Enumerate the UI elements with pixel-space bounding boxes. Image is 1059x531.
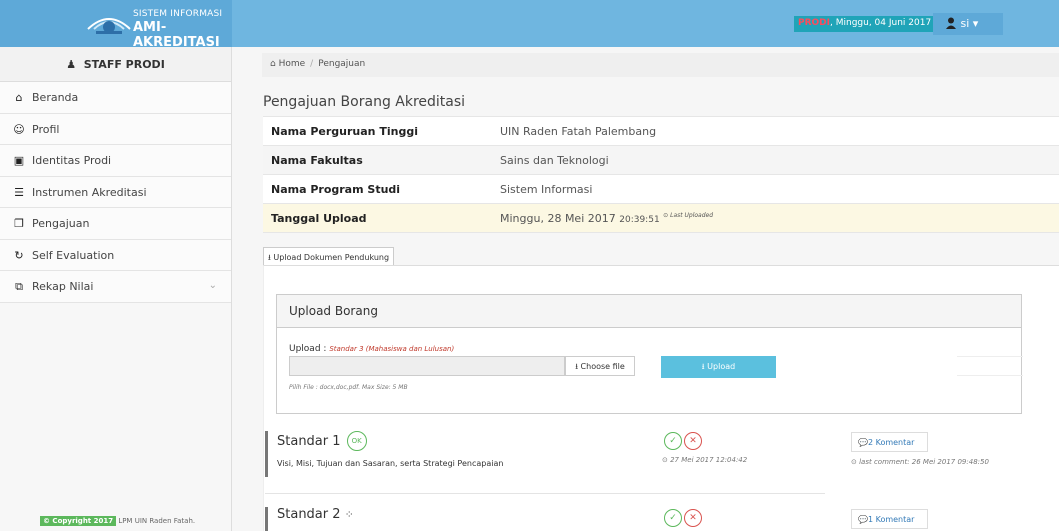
standard-date: ⊙ 27 Mei 2017 12:04:42 xyxy=(662,456,748,464)
standar-name: Standar 3 (Mahasiswa dan Lulusan) xyxy=(329,345,455,353)
ok-badge: OK xyxy=(346,431,367,451)
table-row: Nama Fakultas Sains dan Teknologi xyxy=(263,145,1059,175)
sidebar-item-beranda[interactable]: ⌂ Beranda xyxy=(0,82,231,114)
breadcrumb-home[interactable]: Home xyxy=(279,59,306,69)
sidebar-item-label: Profil xyxy=(32,122,60,136)
sidebar-item-profil[interactable]: ☺ Profil xyxy=(0,113,231,145)
comment-icon: 💬 xyxy=(858,438,868,447)
uin-logo xyxy=(87,18,131,34)
breadcrumb: ⌂ Home / Pengajuan xyxy=(262,53,1059,77)
files-icon: ❐ xyxy=(14,217,24,230)
comment-icon: 💬 xyxy=(858,515,868,524)
copyright-badge: © Copyright 2017 xyxy=(40,516,117,526)
brand-title: AMI-AKREDITASI xyxy=(133,20,220,50)
row-label: Tanggal Upload xyxy=(263,203,492,233)
sidebar-item-label: Self Evaluation xyxy=(32,248,115,262)
top-navbar: SISTEM INFORMASI AMI-AKREDITASI PRODI, M… xyxy=(0,0,1059,50)
sidebar-item-label: Rekap Nilai xyxy=(32,280,94,293)
last-uploaded-note: ⊙ Last Uploaded xyxy=(663,211,714,219)
upload-icon: ⭳ xyxy=(701,362,705,371)
upload-label-text: Upload : xyxy=(289,344,327,354)
comments-button[interactable]: 💬2 Komentar xyxy=(851,432,928,452)
sidebar: ♟ STAFF PRODI ⌂ Beranda ☺ Profil ▣ Identita… xyxy=(0,47,232,531)
breadcrumb-current: Pengajuan xyxy=(318,59,366,69)
page-title: Pengajuan Borang Akreditasi xyxy=(263,94,466,110)
upload-icon: ⭳ xyxy=(575,362,578,371)
user-icon: ♟ xyxy=(66,58,77,71)
id-card-icon: ▣ xyxy=(13,154,25,167)
spinner-icon: ⁘ xyxy=(344,508,354,521)
upload-date: Minggu, 28 Mei 2017 xyxy=(500,211,616,225)
upload-borang-panel: Upload Borang Upload : Standar 3 (Mahasi… xyxy=(276,294,1023,414)
user-name: si xyxy=(960,17,970,30)
table-row: Tanggal Upload Minggu, 28 Mei 2017 20:39:… xyxy=(263,203,1059,233)
comments-button[interactable]: 💬1 Komentar xyxy=(851,509,928,529)
upload-icon: ⭳ xyxy=(268,253,271,262)
user-circle-icon: ☺ xyxy=(13,122,25,136)
sidebar-item-label: Beranda xyxy=(32,91,79,104)
sidebar-item-pengajuan[interactable]: ❐ Pengajuan xyxy=(0,208,231,240)
info-table: Nama Perguruan Tinggi UIN Raden Fatah Pal… xyxy=(263,116,1059,233)
sidebar-item-label: Identitas Prodi xyxy=(32,154,112,167)
upload-button[interactable]: ⭳ Upload xyxy=(661,356,776,378)
sidebar-header: ♟ STAFF PRODI xyxy=(0,47,231,82)
table-row: Nama Perguruan Tinggi UIN Raden Fatah Pal… xyxy=(263,116,1059,146)
sidebar-item-label: Instrumen Akreditasi xyxy=(32,185,147,199)
standard-title-text: Standar 2 xyxy=(277,507,341,522)
standard-item: Standar 2 ⁘ xyxy=(265,507,825,531)
user-menu-button[interactable]: si ▾ xyxy=(933,13,1003,35)
row-label: Nama Perguruan Tinggi xyxy=(263,116,492,146)
reject-x-icon[interactable]: ✕ xyxy=(684,509,702,527)
choose-file-button[interactable]: ⭳ Choose file xyxy=(565,356,635,376)
table-row: Nama Program Studi Sistem Informasi xyxy=(263,174,1059,204)
sidebar-item-self-evaluation[interactable]: ↻ Self Evaluation xyxy=(0,239,231,271)
divider xyxy=(957,356,1023,376)
row-value: Minggu, 28 Mei 2017 20:39:51 ⊙ Last Uplo… xyxy=(492,203,1059,233)
approve-check-icon[interactable]: ✓ xyxy=(664,509,682,527)
sidebar-item-rekap-nilai[interactable]: ⧉ Rekap Nilai ⌄ xyxy=(0,271,231,303)
row-value: Sains dan Teknologi xyxy=(492,145,1059,175)
last-comment: ⊙ last comment: 26 Mei 2017 09:48:50 xyxy=(851,458,989,466)
row-label: Nama Fakultas xyxy=(263,145,492,175)
standard-title: Standar 2 ⁘ xyxy=(277,507,825,522)
sidebar-item-instrumen-akreditasi[interactable]: ☰ Instrumen Akreditasi xyxy=(0,176,231,208)
file-hint: Pilih File : docx,doc,pdf. Max Size: 5 M… xyxy=(289,384,408,391)
copy-icon: ⧉ xyxy=(15,280,23,293)
home-icon: ⌂ xyxy=(270,59,276,69)
caret-down-icon: ▾ xyxy=(972,17,979,30)
sidebar-item-label: Pengajuan xyxy=(32,217,90,230)
tab-label: Upload Dokumen Pendukung xyxy=(273,253,390,262)
brand[interactable]: SISTEM INFORMASI AMI-AKREDITASI xyxy=(0,0,232,50)
row-value: UIN Raden Fatah Palembang xyxy=(492,116,1059,146)
list-icon: ☰ xyxy=(14,185,24,199)
standard-title: Standar 1 OK xyxy=(277,431,825,451)
row-label: Nama Program Studi xyxy=(263,174,492,204)
brand-subtitle: SISTEM INFORMASI xyxy=(133,9,223,19)
comments-label: 2 Komentar xyxy=(867,438,915,447)
choose-label: Choose file xyxy=(580,362,625,371)
chevron-down-icon: ⌄ xyxy=(208,280,217,291)
home-icon: ⌂ xyxy=(15,91,23,104)
user-icon xyxy=(946,17,956,29)
sidebar-footer: © Copyright 2017 LPM UIN Raden Fatah. xyxy=(40,516,196,526)
standard-item: Standar 1 OK Visi, Misi, Tujuan dan Sasa… xyxy=(265,431,825,477)
standard-title-text: Standar 1 xyxy=(277,434,341,449)
file-input[interactable] xyxy=(289,356,565,376)
upload-time: 20:39:51 xyxy=(619,214,660,225)
approve-check-icon[interactable]: ✓ xyxy=(664,432,682,450)
refresh-icon: ↻ xyxy=(14,248,24,262)
upload-label: Upload xyxy=(707,362,736,371)
panel-title: Upload Borang xyxy=(277,295,1021,328)
sidebar-title: STAFF PRODI xyxy=(83,58,165,71)
footer-text: LPM UIN Raden Fatah. xyxy=(118,517,196,525)
sidebar-item-identitas-prodi[interactable]: ▣ Identitas Prodi xyxy=(0,145,231,177)
row-value: Sistem Informasi xyxy=(492,174,1059,204)
divider xyxy=(265,493,825,494)
reject-x-icon[interactable]: ✕ xyxy=(684,432,702,450)
role-badge: PRODI xyxy=(798,18,830,28)
comments-label: 1 Komentar xyxy=(867,515,915,524)
upload-label: Upload : Standar 3 (Mahasiswa dan Lulusa… xyxy=(289,344,454,354)
